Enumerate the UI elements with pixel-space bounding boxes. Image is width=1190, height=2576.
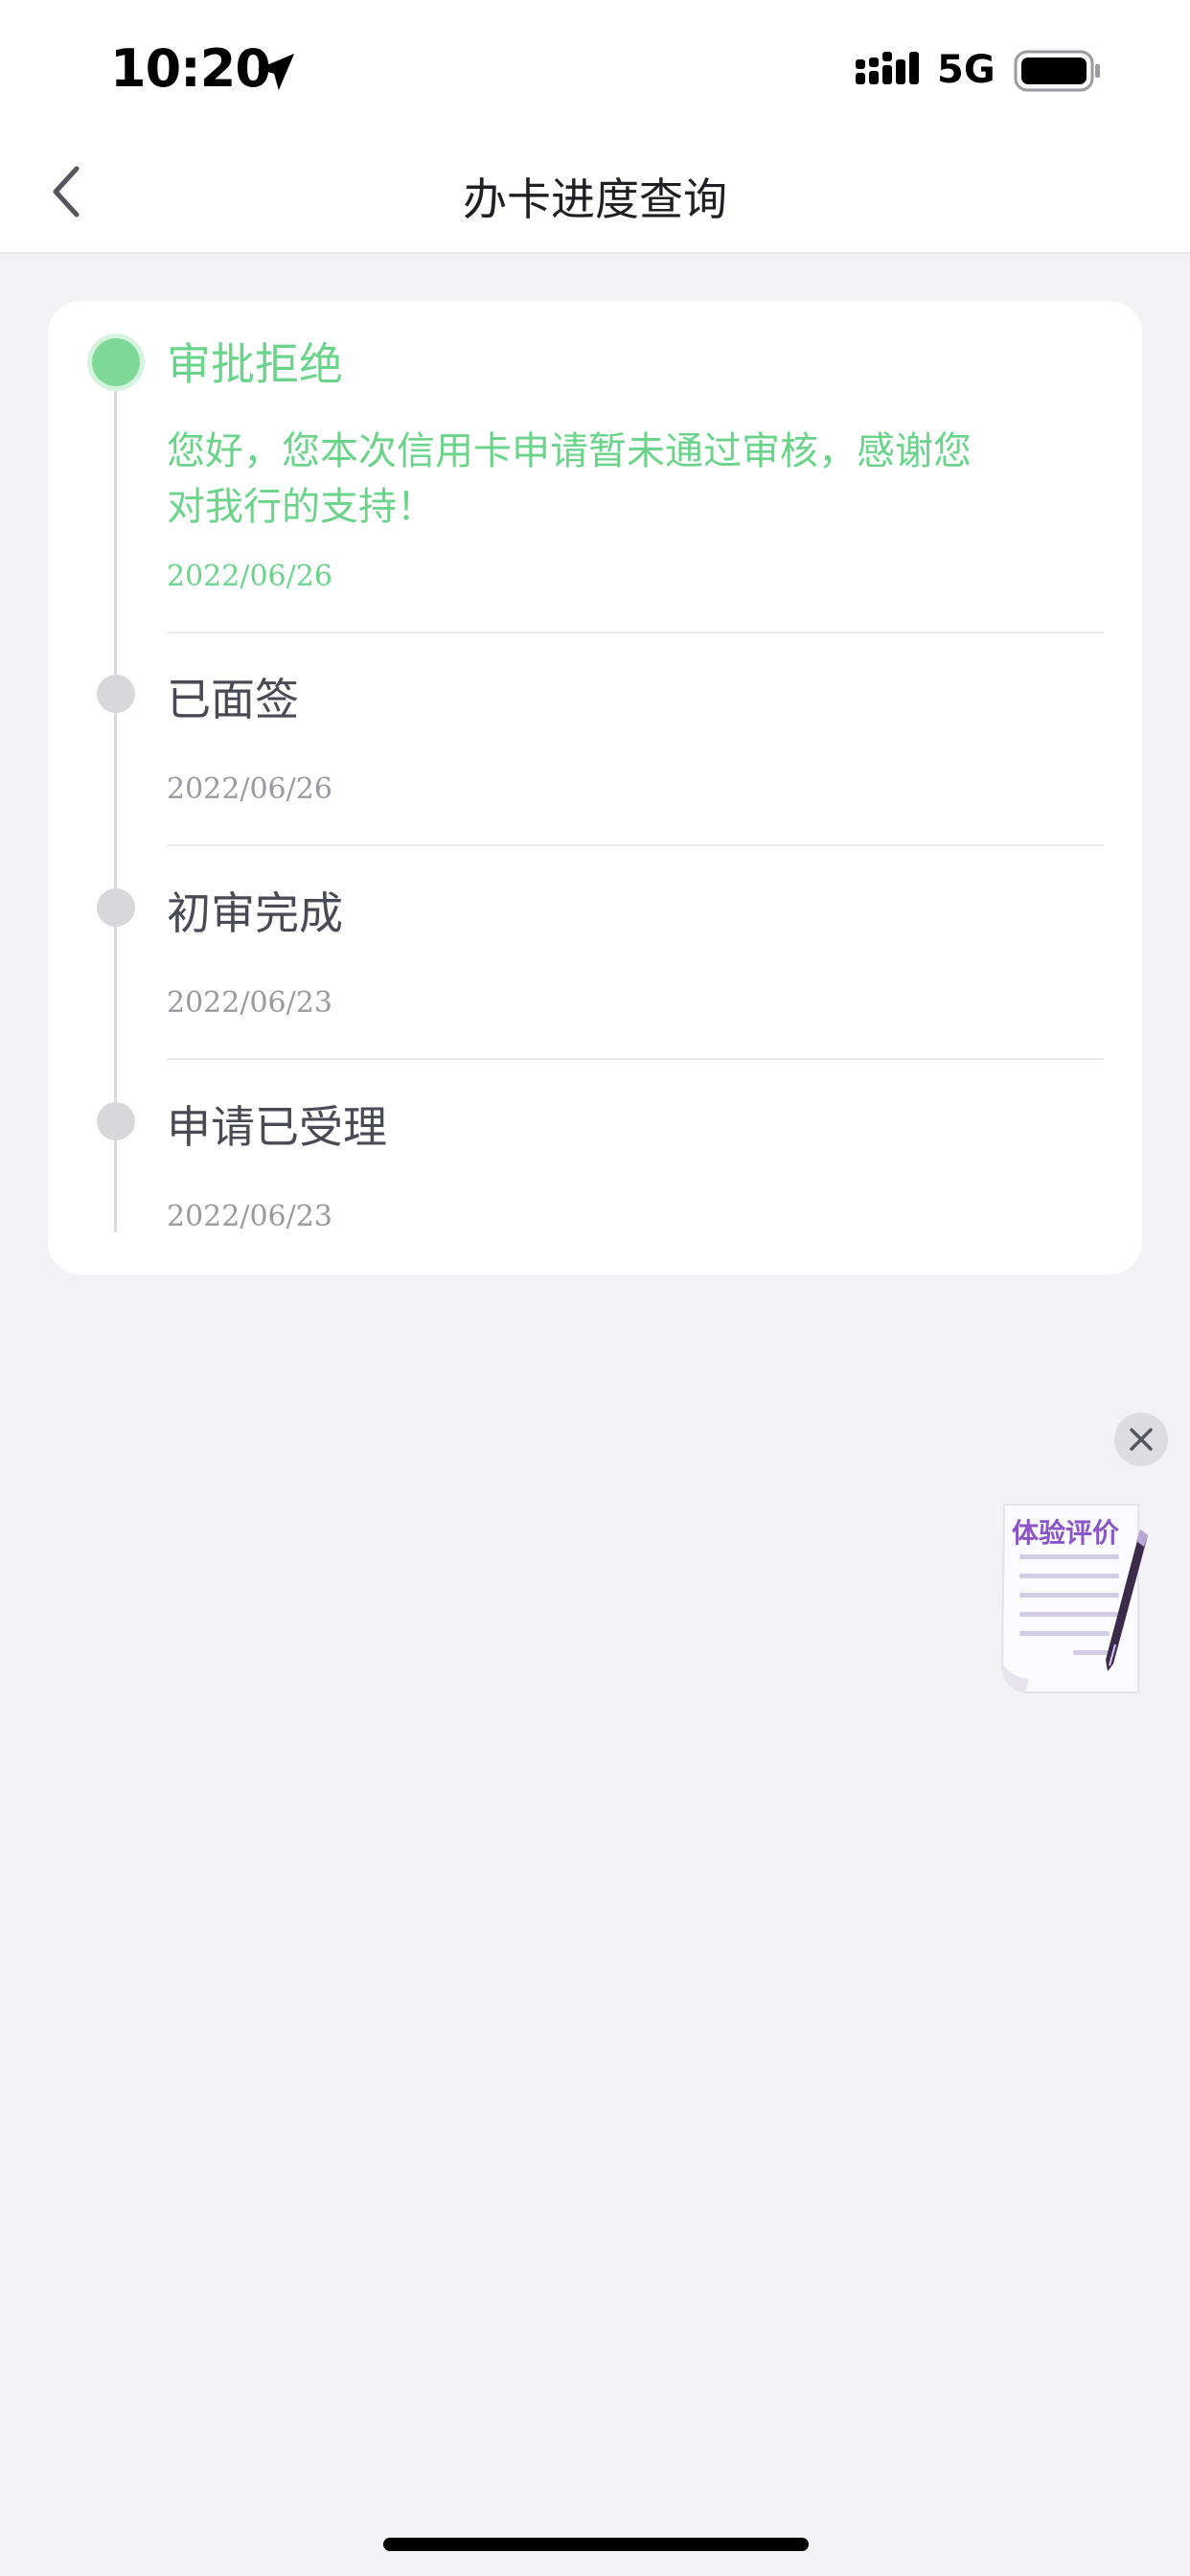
feedback-close-button[interactable] bbox=[1114, 1413, 1168, 1466]
nav-bar: 办卡进度查询 bbox=[0, 144, 1190, 254]
timeline-dot bbox=[97, 888, 135, 927]
close-icon bbox=[1130, 1428, 1153, 1451]
status-time: 10:20 bbox=[110, 38, 271, 99]
home-indicator bbox=[383, 2538, 809, 2551]
signal-icon bbox=[856, 52, 919, 84]
network-type: 5G bbox=[937, 48, 995, 92]
step-title: 审批拒绝 bbox=[167, 338, 343, 390]
step-date: 2022/06/26 bbox=[167, 772, 332, 806]
timeline-dot bbox=[97, 675, 135, 713]
step-title: 已面签 bbox=[167, 674, 299, 725]
timeline-dot bbox=[97, 1102, 135, 1140]
screen: 10:20 5G 办卡进度查询 审批拒绝 您好，您本次信用卡申请暂未通过审核，感… bbox=[0, 0, 1190, 2576]
progress-card: 审批拒绝 您好，您本次信用卡申请暂未通过审核，感谢您 对我行的支持！ 2022/… bbox=[48, 301, 1142, 1275]
divider bbox=[167, 844, 1104, 846]
step-title: 初审完成 bbox=[167, 887, 343, 939]
timeline-dot-active bbox=[92, 338, 140, 386]
page-title: 办卡进度查询 bbox=[463, 173, 727, 225]
feedback-label: 体验评价 bbox=[1012, 1517, 1120, 1549]
step-date: 2022/06/23 bbox=[167, 1200, 332, 1233]
feedback-widget[interactable]: 体验评价 bbox=[996, 1501, 1150, 1702]
location-arrow-icon bbox=[257, 53, 295, 91]
step-description-line-2: 对我行的支持！ bbox=[167, 485, 435, 529]
step-date: 2022/06/26 bbox=[167, 560, 332, 593]
step-date: 2022/06/23 bbox=[167, 986, 332, 1020]
step-title: 申请已受理 bbox=[167, 1101, 387, 1153]
status-bar: 10:20 5G bbox=[0, 0, 1190, 144]
battery-icon bbox=[1014, 50, 1100, 92]
divider bbox=[167, 1058, 1104, 1060]
step-description-line-1: 您好，您本次信用卡申请暂未通过审核，感谢您 bbox=[167, 429, 972, 473]
divider bbox=[167, 632, 1104, 633]
